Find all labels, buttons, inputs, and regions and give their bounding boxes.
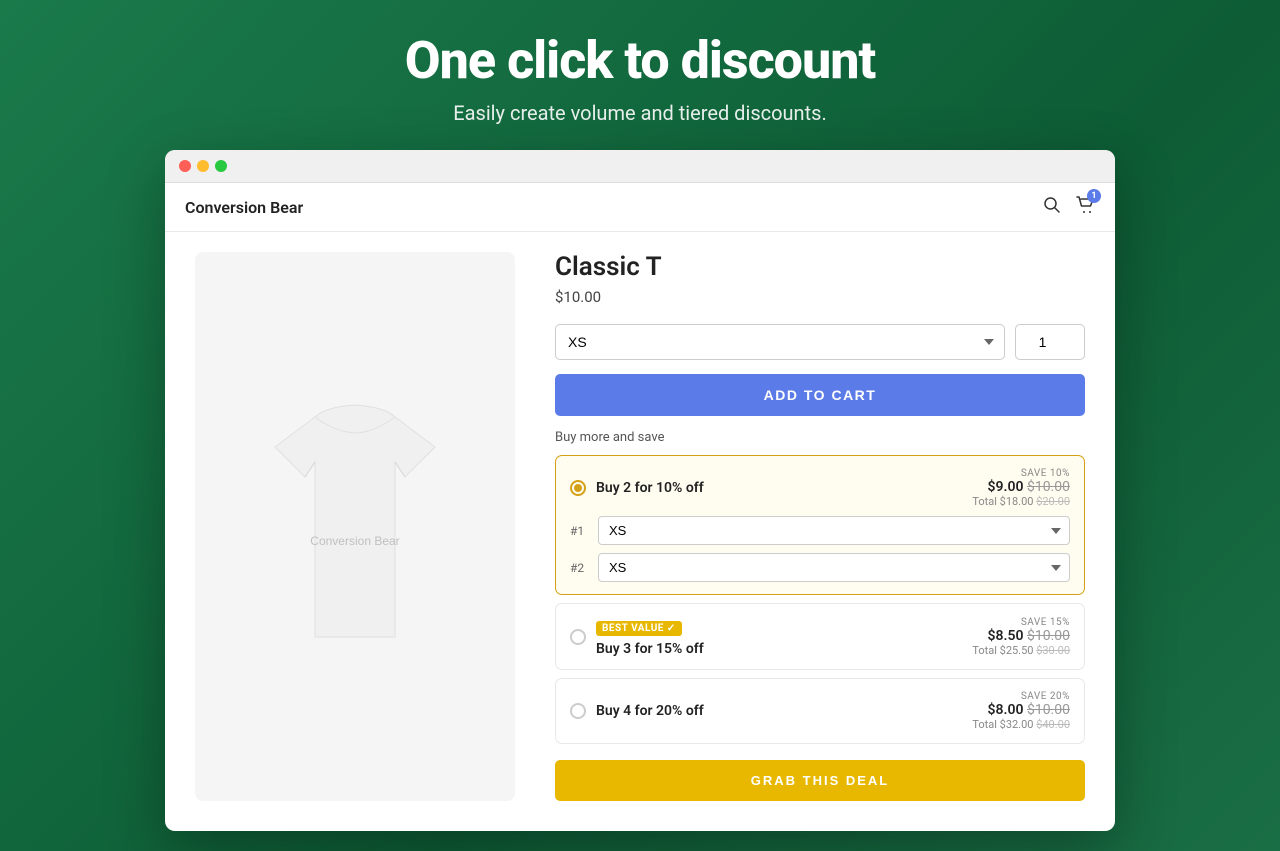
browser-dot-red: [179, 160, 191, 172]
cart-icon[interactable]: 1: [1075, 195, 1095, 219]
add-to-cart-button[interactable]: ADD TO CART: [555, 374, 1085, 416]
deal-1-prices: $9.00 $10.00: [972, 479, 1070, 495]
variant-select[interactable]: XS S M L XL: [555, 324, 1005, 360]
deal-1-header: Buy 2 for 10% off SAVE 10% $9.00 $10.00 …: [570, 468, 1070, 508]
product-image-area: Conversion Bear: [195, 252, 515, 801]
deal-2-save-label: SAVE 15%: [972, 617, 1070, 628]
deal-2-right: SAVE 15% $8.50 $10.00 Total $25.50 $30.0…: [972, 617, 1070, 657]
product-price: $10.00: [555, 288, 1085, 306]
product-area: Conversion Bear Classic T $10.00 XS S M …: [165, 232, 1115, 831]
deal-2-radio[interactable]: [570, 629, 586, 645]
deal-2-title: Buy 3 for 15% off: [596, 641, 704, 657]
store-logo: Conversion Bear: [185, 198, 303, 217]
deal-2-header: BEST VALUE ✓ Buy 3 for 15% off SAVE 15% …: [570, 616, 1070, 657]
deal-card-3[interactable]: Buy 4 for 20% off SAVE 20% $8.00 $10.00 …: [555, 678, 1085, 744]
deal-3-right: SAVE 20% $8.00 $10.00 Total $32.00 $40.0…: [972, 691, 1070, 731]
deal-card-2[interactable]: BEST VALUE ✓ Buy 3 for 15% off SAVE 15% …: [555, 603, 1085, 670]
tshirt-image: Conversion Bear: [225, 387, 485, 667]
deal-1-variant-row-2: #2 XSSMLXL: [570, 553, 1070, 582]
deal-1-total-old: $20.00: [1036, 495, 1070, 508]
buy-more-label: Buy more and save: [555, 430, 1085, 445]
store-header: Conversion Bear 1: [165, 183, 1115, 232]
browser-bar: [165, 150, 1115, 183]
deal-1-radio[interactable]: [570, 480, 586, 496]
deal-2-total-old: $30.00: [1036, 644, 1070, 657]
deal-1-variant-1-label: #1: [570, 524, 590, 538]
grab-deal-button[interactable]: GRAB THIS DEAL: [555, 760, 1085, 801]
store-icons: 1: [1043, 195, 1095, 219]
deal-3-radio[interactable]: [570, 703, 586, 719]
browser-dot-green: [215, 160, 227, 172]
deal-1-left: Buy 2 for 10% off: [570, 480, 704, 496]
variant-quantity-row: XS S M L XL: [555, 324, 1085, 360]
deal-1-variant-row-1: #1 XSSMLXL: [570, 516, 1070, 545]
best-value-badge: BEST VALUE ✓: [596, 621, 682, 636]
product-details: Classic T $10.00 XS S M L XL ADD TO CART…: [555, 252, 1085, 801]
deal-3-old-price: $10.00: [1027, 702, 1070, 718]
deal-1-variant-2-label: #2: [570, 561, 590, 575]
product-title: Classic T: [555, 252, 1085, 282]
browser-dot-yellow: [197, 160, 209, 172]
deal-1-title: Buy 2 for 10% off: [596, 480, 704, 496]
deal-1-variant-2-select[interactable]: XSSMLXL: [598, 553, 1070, 582]
deal-3-title: Buy 4 for 20% off: [596, 703, 704, 719]
quantity-input[interactable]: [1015, 324, 1085, 360]
hero-title: One click to discount: [405, 30, 875, 91]
deal-2-title-area: BEST VALUE ✓ Buy 3 for 15% off: [596, 616, 704, 657]
deal-card-1[interactable]: Buy 2 for 10% off SAVE 10% $9.00 $10.00 …: [555, 455, 1085, 595]
deal-1-radio-dot: [574, 484, 582, 492]
browser-window: Conversion Bear 1: [165, 150, 1115, 831]
deal-3-prices: $8.00 $10.00: [972, 702, 1070, 718]
deal-2-old-price: $10.00: [1027, 628, 1070, 644]
deal-2-total: Total $25.50 $30.00: [972, 644, 1070, 657]
search-icon[interactable]: [1043, 196, 1061, 218]
deal-1-variant-1-select[interactable]: XSSMLXL: [598, 516, 1070, 545]
deal-3-left: Buy 4 for 20% off: [570, 703, 704, 719]
deal-1-right: SAVE 10% $9.00 $10.00 Total $18.00 $20.0…: [972, 468, 1070, 508]
deal-3-save-label: SAVE 20%: [972, 691, 1070, 702]
deal-2-left: BEST VALUE ✓ Buy 3 for 15% off: [570, 616, 704, 657]
deal-1-old-price: $10.00: [1027, 479, 1070, 495]
deal-3-header: Buy 4 for 20% off SAVE 20% $8.00 $10.00 …: [570, 691, 1070, 731]
deal-1-save-label: SAVE 10%: [972, 468, 1070, 479]
cart-badge: 1: [1087, 189, 1101, 203]
deal-2-prices: $8.50 $10.00: [972, 628, 1070, 644]
svg-text:Conversion Bear: Conversion Bear: [310, 534, 399, 548]
deal-1-total: Total $18.00 $20.00: [972, 495, 1070, 508]
hero-subtitle: Easily create volume and tiered discount…: [453, 101, 826, 125]
